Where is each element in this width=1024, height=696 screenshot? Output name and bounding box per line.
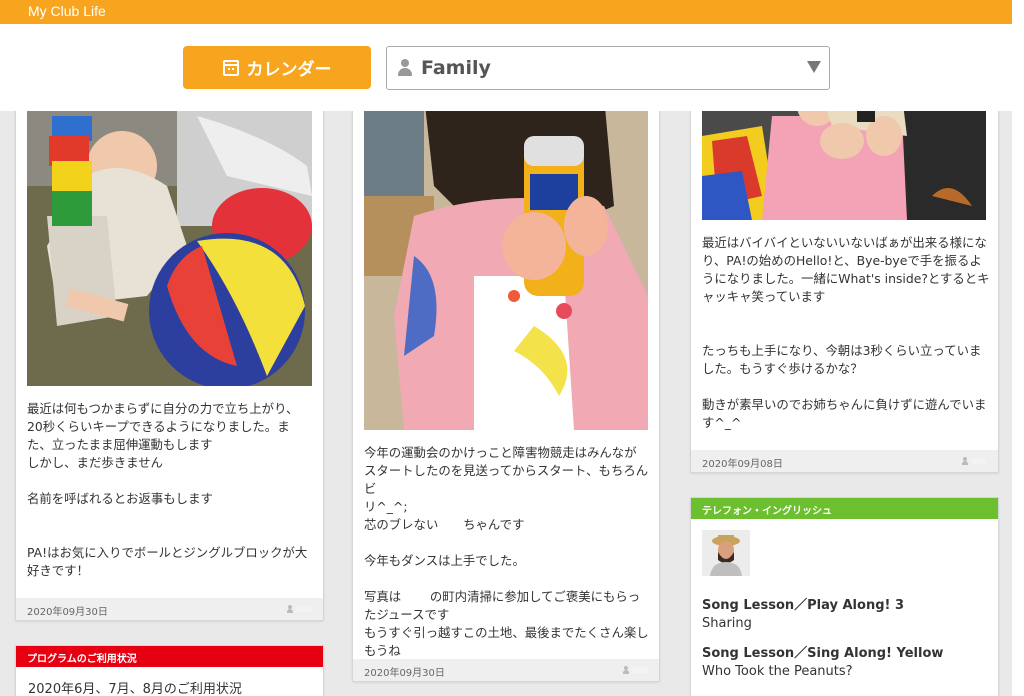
program-usage-card[interactable]: プログラムのご利用状況 2020年6月、7月、8月のご利用状況 (16, 646, 323, 696)
post-photo[interactable] (27, 96, 312, 386)
post-text: 最近はバイバイといないいないばぁが出来る様にな り、PA!の始めのHello!と… (702, 235, 990, 430)
calendar-button-label: カレンダー (246, 60, 332, 80)
author-avatar-icon (962, 457, 987, 465)
program-usage-text: 2020年6月、7月、8月のご利用状況 (28, 682, 242, 696)
post-photo[interactable] (702, 96, 986, 220)
post-date: 2020年09月30日 (27, 607, 108, 618)
telephone-lesson[interactable]: Song Lesson／Play Along! 3 Sharing (702, 594, 904, 631)
post-date: 2020年09月30日 (364, 668, 445, 679)
post-text: 今年の運動会のかけっこと障害物競走はみんなが スタートしたのを見送ってからスター… (364, 445, 649, 658)
lesson-title: Song Lesson／Play Along! 3 (702, 598, 905, 613)
scrollbar-track[interactable] (1012, 0, 1024, 696)
post-text: 最近は何もつかまらずに自分の力で立ち上がり、 20秒くらいキープできるようになり… (27, 401, 308, 578)
person-icon (397, 59, 413, 77)
post-card: 今年の運動会のかけっこと障害物競走はみんなが スタートしたのを見送ってからスター… (353, 96, 659, 681)
post-footer: 2020年09月30日 (16, 598, 323, 620)
controls-header: カレンダー Family (0, 24, 1012, 111)
author-avatar-icon (623, 666, 648, 674)
lesson-subtitle: Sharing (702, 616, 752, 631)
post-card: 最近はバイバイといないいないばぁが出来る様にな り、PA!の始めのHello!と… (691, 96, 998, 472)
post-card: 最近は何もつかまらずに自分の力で立ち上がり、 20秒くらいキープできるようになり… (16, 96, 323, 620)
post-photo[interactable] (364, 96, 648, 430)
app-title: My Club Life (28, 3, 106, 19)
telephone-english-header: テレフォン・イングリッシュ (691, 498, 998, 519)
teacher-avatar (702, 530, 750, 576)
program-usage-header: プログラムのご利用状況 (16, 646, 323, 667)
app-top-bar: My Club Life (0, 0, 1024, 24)
telephone-lesson[interactable]: Song Lesson／Sing Along! Yellow Who Took … (702, 642, 943, 679)
profile-select[interactable]: Family (386, 46, 830, 90)
calendar-icon (222, 59, 239, 76)
chevron-down-icon (807, 61, 821, 73)
post-footer: 2020年09月08日 (691, 450, 998, 472)
post-footer: 2020年09月30日 (353, 659, 659, 681)
telephone-english-card: テレフォン・イングリッシュ Song Lesson／Play Along! 3 … (691, 498, 998, 696)
lesson-subtitle: Who Took the Peanuts? (702, 664, 853, 679)
author-avatar-icon (287, 605, 312, 613)
calendar-button[interactable]: カレンダー (183, 46, 371, 89)
profile-select-value: Family (421, 57, 491, 79)
post-date: 2020年09月08日 (702, 459, 783, 470)
lesson-title: Song Lesson／Sing Along! Yellow (702, 646, 944, 661)
